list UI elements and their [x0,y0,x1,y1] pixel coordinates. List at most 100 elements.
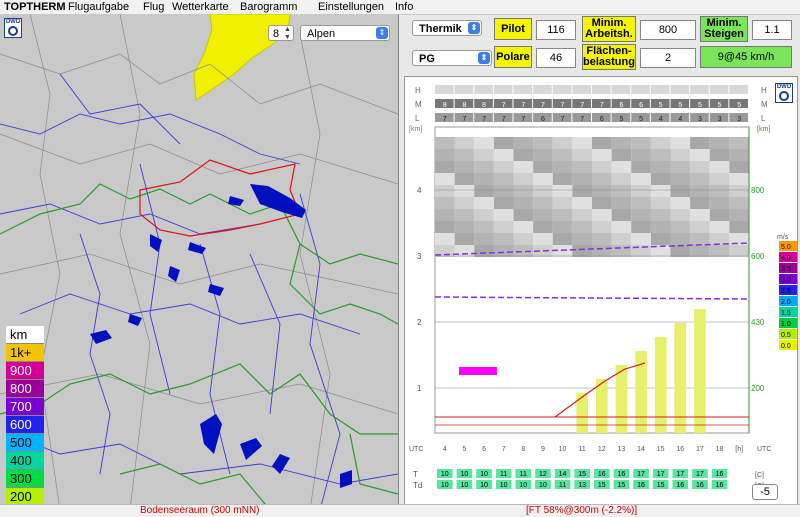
hour-label: 16 [676,446,684,453]
mode-select[interactable]: Thermik ⇕ [412,20,482,36]
menu-wetterkarte[interactable]: Wetterkarte [172,0,229,14]
cloud-block [592,161,612,173]
cloud-block [454,209,475,221]
cloud-block [454,185,475,197]
hour-label: [h] [735,446,743,453]
row-label-l: L [415,114,420,123]
row-label-h: H [415,86,421,95]
map-canvas [0,14,398,510]
chart-canvas: H HM M8 8 8 7 7 7 7 7 7 6 6 5 5 5 5 5L L7 7 7 7 7 6 7 7 6 5 5 4 4 3 3 3[k… [409,85,797,490]
cloud-cell [435,85,454,94]
cloud-block [493,209,514,221]
flaechen-field[interactable]: 2 [640,48,696,68]
cloud-block [454,161,475,173]
cloud-cover-value: 7 [561,116,565,123]
td-value: 15 [618,482,626,489]
cloud-block [474,245,494,257]
cloud-block [631,221,651,233]
speed-label: 2.0 [781,299,791,306]
cloud-block [454,173,475,185]
cloud-cell [729,85,748,94]
glider-select[interactable]: PG ⇕ [412,50,492,66]
cloud-block [709,173,730,185]
zoom-stepper[interactable]: 8 ▲ ▼ [268,25,294,41]
speed-label: 1.0 [781,321,791,328]
polare-label: Polare [494,46,532,68]
polare-field[interactable]: 46 [536,48,576,68]
cloud-block [631,197,651,209]
menubar: TOPTHERM Flugaufgabe Flug Wetterkarte Ba… [0,0,800,15]
region-select[interactable]: Alpen ⇕ [300,25,390,41]
dwd-logo: DWD [4,18,22,38]
min-arbeit-field[interactable]: 800 [640,20,696,40]
cloud-block [709,197,730,209]
cloud-block [474,137,494,149]
menu-flugaufgabe[interactable]: Flugaufgabe [68,0,129,14]
t-value: 17 [637,471,645,478]
cloud-cover-value: 7 [462,116,466,123]
menu-flug[interactable]: Flug [143,0,164,14]
thermal-column [694,309,706,433]
cloud-cell [572,85,591,94]
cloud-block [650,197,671,209]
terrain-map[interactable]: DWD 8 ▲ ▼ Alpen ⇕ km 1k+ 900 800 700 600 … [0,14,399,510]
cloud-cover-value: 8 [443,102,447,109]
speed-label: 0.0 [781,343,791,350]
t-label: T [413,470,418,479]
cloud-block [513,197,534,209]
cloud-block [690,233,710,245]
cloud-block [513,221,534,233]
cloud-block [572,173,592,185]
td-value: 10 [500,482,508,489]
cloud-block [690,137,710,149]
pilot-field[interactable]: 116 [536,20,576,40]
hour-label: 15 [657,446,665,453]
cloud-cell [493,85,513,94]
menu-info[interactable]: Info [395,0,413,14]
cloud-cover-value: 5 [698,102,702,109]
menu-einstellungen[interactable]: Einstellungen [318,0,384,14]
t-value: 14 [559,471,567,478]
td-value: 10 [441,482,449,489]
cloud-block [709,245,730,257]
cloud-cover-value: 4 [678,116,682,123]
cloud-cell [533,85,552,94]
legend-row: 300 [6,470,44,488]
cloud-cover-value: 6 [619,102,623,109]
cloud-block [435,221,455,233]
td-value: 16 [676,482,684,489]
cloud-block [474,221,494,233]
utc-offset-field[interactable]: -5 [752,484,778,500]
status-location: Bodenseeraum (300 mNN) [140,505,260,516]
stepper-arrows-icon[interactable]: ▲ ▼ [283,26,292,42]
cloud-cell [709,85,729,94]
cloud-block [513,161,534,173]
cloud-cover-value: 7 [502,102,506,109]
speed-label: 3.5 [781,266,791,273]
status-forecast: [FT 58%@300m (-2.2%)] [526,505,638,516]
right-tick: 430 [751,318,765,327]
cloud-block [493,245,514,257]
cloud-cover-value: 3 [698,116,702,123]
cloud-block [513,149,534,161]
t-value: 16 [618,471,626,478]
cloud-block [650,185,671,197]
cloud-block [552,221,573,233]
cloud-block [552,173,573,185]
left-tick: 2 [417,318,422,327]
menu-toptherm[interactable]: TOPTHERM [4,0,66,14]
cloud-block [572,149,592,161]
cloud-block [729,197,749,209]
cloud-block [493,173,514,185]
legend-row: 500 [6,434,44,452]
highlight-bar [459,367,497,375]
cloud-block [729,137,749,149]
cloud-block [572,209,592,221]
cloud-block [709,149,730,161]
cloud-block [592,149,612,161]
speed-label: 4.0 [781,255,791,262]
unit-c: [C] [755,472,764,479]
min-steigen-field[interactable]: 1.1 [752,20,792,40]
cloud-block [493,161,514,173]
menu-barogramm[interactable]: Barogramm [240,0,297,14]
